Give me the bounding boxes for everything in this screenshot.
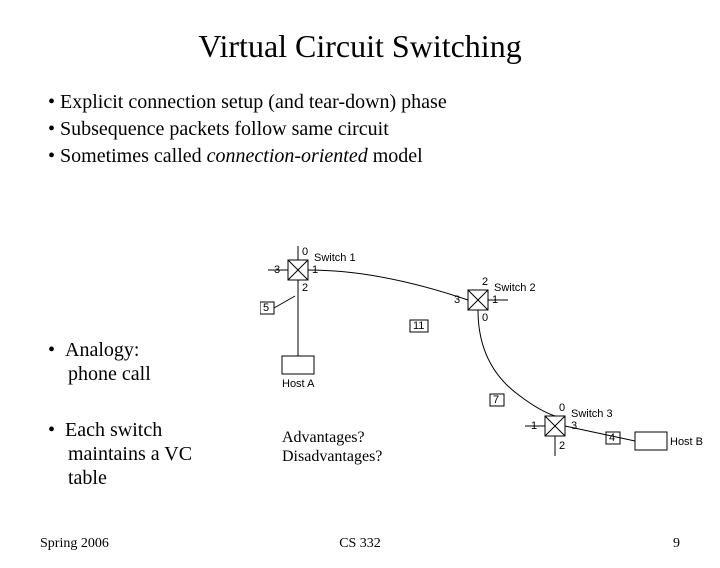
bullet-3: Sometimes called connection-oriented mod…	[48, 143, 720, 170]
network-diagram: Switch 1 Switch 2 Switch 3 0 1 2 3 0 1 2…	[260, 246, 710, 506]
bullet-3-post: model	[368, 145, 423, 167]
lower-bullet-1: • Analogy: phone call	[48, 338, 151, 386]
label-switch2: Switch 2	[494, 282, 536, 294]
sw1-port3: 3	[274, 264, 280, 276]
label-switch1: Switch 1	[314, 252, 356, 264]
main-bullets: Explicit connection setup (and tear-down…	[48, 89, 720, 170]
footer-left: Spring 2006	[40, 536, 109, 552]
footer-center: CS 332	[339, 536, 381, 552]
label-host-b: Host B	[670, 436, 703, 448]
label-host-a: Host A	[282, 378, 314, 390]
vci-11: 11	[413, 320, 424, 332]
sw1-port1: 1	[312, 264, 318, 276]
footer-right: 9	[673, 536, 680, 552]
sw2-port2: 2	[482, 276, 488, 288]
lb1-line1: Analogy:	[65, 339, 139, 361]
bullet-2: Subsequence packets follow same circuit	[48, 116, 720, 143]
slide-title: Virtual Circuit Switching	[0, 28, 720, 65]
sw3-port2: 2	[559, 440, 565, 452]
lb2-line3: table	[68, 467, 107, 489]
bullet-3-italic: connection-oriented	[207, 145, 368, 167]
sw2-port1: 1	[492, 294, 498, 306]
lower-bullet-2: • Each switch maintains a VC table	[48, 418, 192, 490]
sw1-port0: 0	[302, 246, 308, 258]
vci-5: 5	[263, 302, 269, 314]
sw3-port3: 3	[571, 420, 577, 432]
sw2-port3: 3	[454, 294, 460, 306]
label-switch3: Switch 3	[571, 408, 613, 420]
sw3-port1: 1	[531, 420, 537, 432]
lb2-line2: maintains a VC	[68, 443, 192, 465]
vci-4: 4	[609, 432, 615, 444]
sw3-port0: 0	[559, 402, 565, 414]
vci-7: 7	[493, 394, 499, 406]
sw1-port2: 2	[302, 282, 308, 294]
bullet-1: Explicit connection setup (and tear-down…	[48, 89, 720, 116]
lb2-line1: Each switch	[65, 419, 162, 441]
sw2-port0: 0	[482, 312, 488, 324]
bullet-3-pre: Sometimes called	[60, 145, 207, 167]
lb1-line2: phone call	[68, 363, 151, 385]
